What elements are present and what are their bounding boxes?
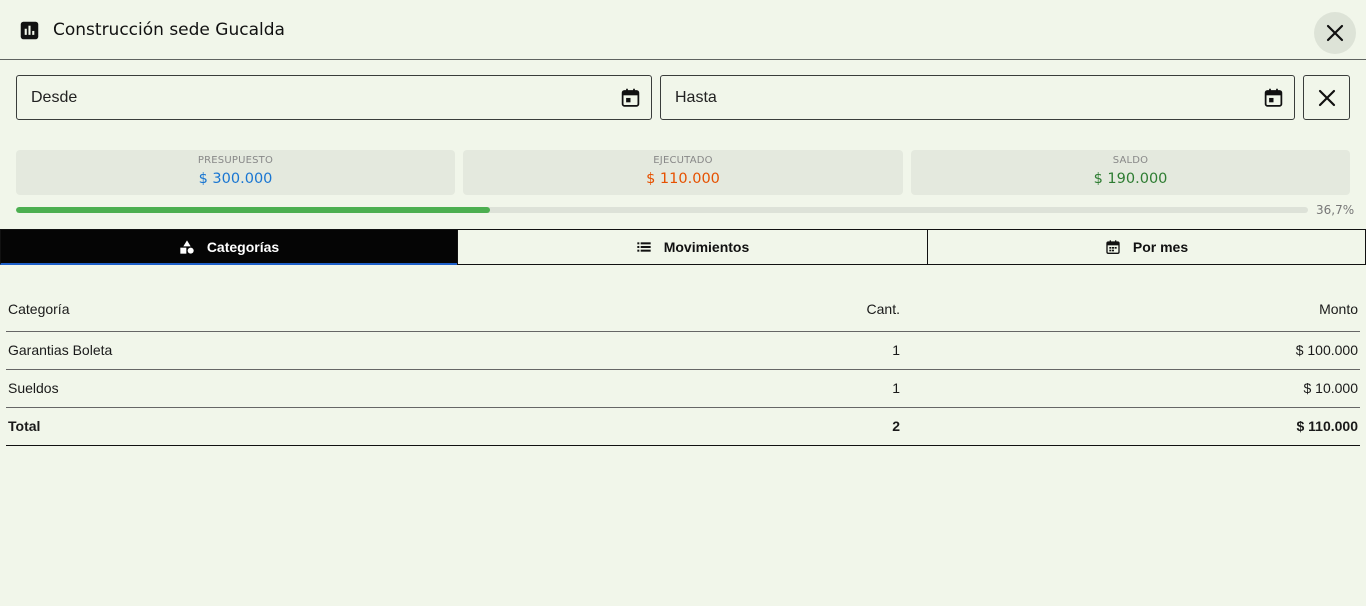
progress-fill bbox=[16, 207, 491, 213]
tab-label: Por mes bbox=[1132, 239, 1189, 255]
total-label: Total bbox=[6, 407, 566, 446]
tab-categorias[interactable]: Categorías bbox=[0, 229, 458, 265]
calendar-month-icon bbox=[1106, 240, 1120, 254]
cell-category: Sueldos bbox=[6, 369, 566, 408]
cell-category: Garantias Boleta bbox=[6, 331, 566, 370]
balance-label: SALDO bbox=[1112, 155, 1149, 166]
tab-por-mes[interactable]: Por mes bbox=[927, 229, 1366, 265]
list-icon bbox=[637, 242, 651, 252]
tab-label: Movimientos bbox=[663, 239, 750, 255]
budget-value: $ 300.000 bbox=[198, 171, 273, 187]
category-shapes-icon bbox=[180, 239, 194, 254]
calendar-icon[interactable] bbox=[620, 87, 641, 108]
categories-table: Categoría Cant. Monto Garantias Boleta 1… bbox=[6, 287, 1360, 446]
date-from-input[interactable] bbox=[17, 76, 651, 119]
table-total-row: Total 2 $ 110.000 bbox=[6, 407, 1360, 446]
progress-bar bbox=[16, 207, 1308, 213]
cell-amount: $ 10.000 bbox=[902, 369, 1360, 408]
budget-label: PRESUPUESTO bbox=[197, 155, 274, 166]
close-icon bbox=[1318, 89, 1335, 106]
clear-dates-button[interactable] bbox=[1303, 75, 1350, 120]
total-amount: $ 110.000 bbox=[902, 407, 1360, 446]
progress-percent: 36,7% bbox=[1316, 203, 1355, 217]
table-row[interactable]: Sueldos 1 $ 10.000 bbox=[6, 369, 1360, 408]
close-icon bbox=[1326, 24, 1344, 42]
table-header-row: Categoría Cant. Monto bbox=[6, 287, 1360, 332]
calendar-icon[interactable] bbox=[1263, 87, 1284, 108]
header-count[interactable]: Cant. bbox=[566, 287, 902, 332]
total-count: 2 bbox=[566, 407, 902, 446]
tab-bar: Categorías Movimientos Por mes bbox=[0, 229, 1366, 265]
date-to-input[interactable] bbox=[661, 76, 1294, 119]
executed-card: EJECUTADO $ 110.000 bbox=[463, 150, 903, 195]
header-category[interactable]: Categoría bbox=[6, 287, 566, 332]
executed-value: $ 110.000 bbox=[646, 171, 720, 187]
executed-label: EJECUTADO bbox=[653, 155, 713, 166]
dialog-title: Construcción sede Gucalda bbox=[53, 20, 285, 40]
date-from-field[interactable] bbox=[16, 75, 652, 120]
balance-value: $ 190.000 bbox=[1093, 171, 1168, 187]
close-dialog-button[interactable] bbox=[1314, 12, 1356, 54]
dialog-header: Construcción sede Gucalda bbox=[0, 0, 1366, 60]
tab-movimientos[interactable]: Movimientos bbox=[457, 229, 928, 265]
tab-label: Categorías bbox=[206, 238, 280, 255]
table-row[interactable]: Garantias Boleta 1 $ 100.000 bbox=[6, 331, 1360, 370]
date-to-field[interactable] bbox=[660, 75, 1295, 120]
bar-chart-icon bbox=[20, 21, 39, 40]
balance-card: SALDO $ 190.000 bbox=[911, 150, 1350, 195]
budget-card: PRESUPUESTO $ 300.000 bbox=[16, 150, 455, 195]
cell-amount: $ 100.000 bbox=[902, 331, 1360, 370]
cell-count: 1 bbox=[566, 369, 902, 408]
header-amount[interactable]: Monto bbox=[902, 287, 1360, 332]
cell-count: 1 bbox=[566, 331, 902, 370]
